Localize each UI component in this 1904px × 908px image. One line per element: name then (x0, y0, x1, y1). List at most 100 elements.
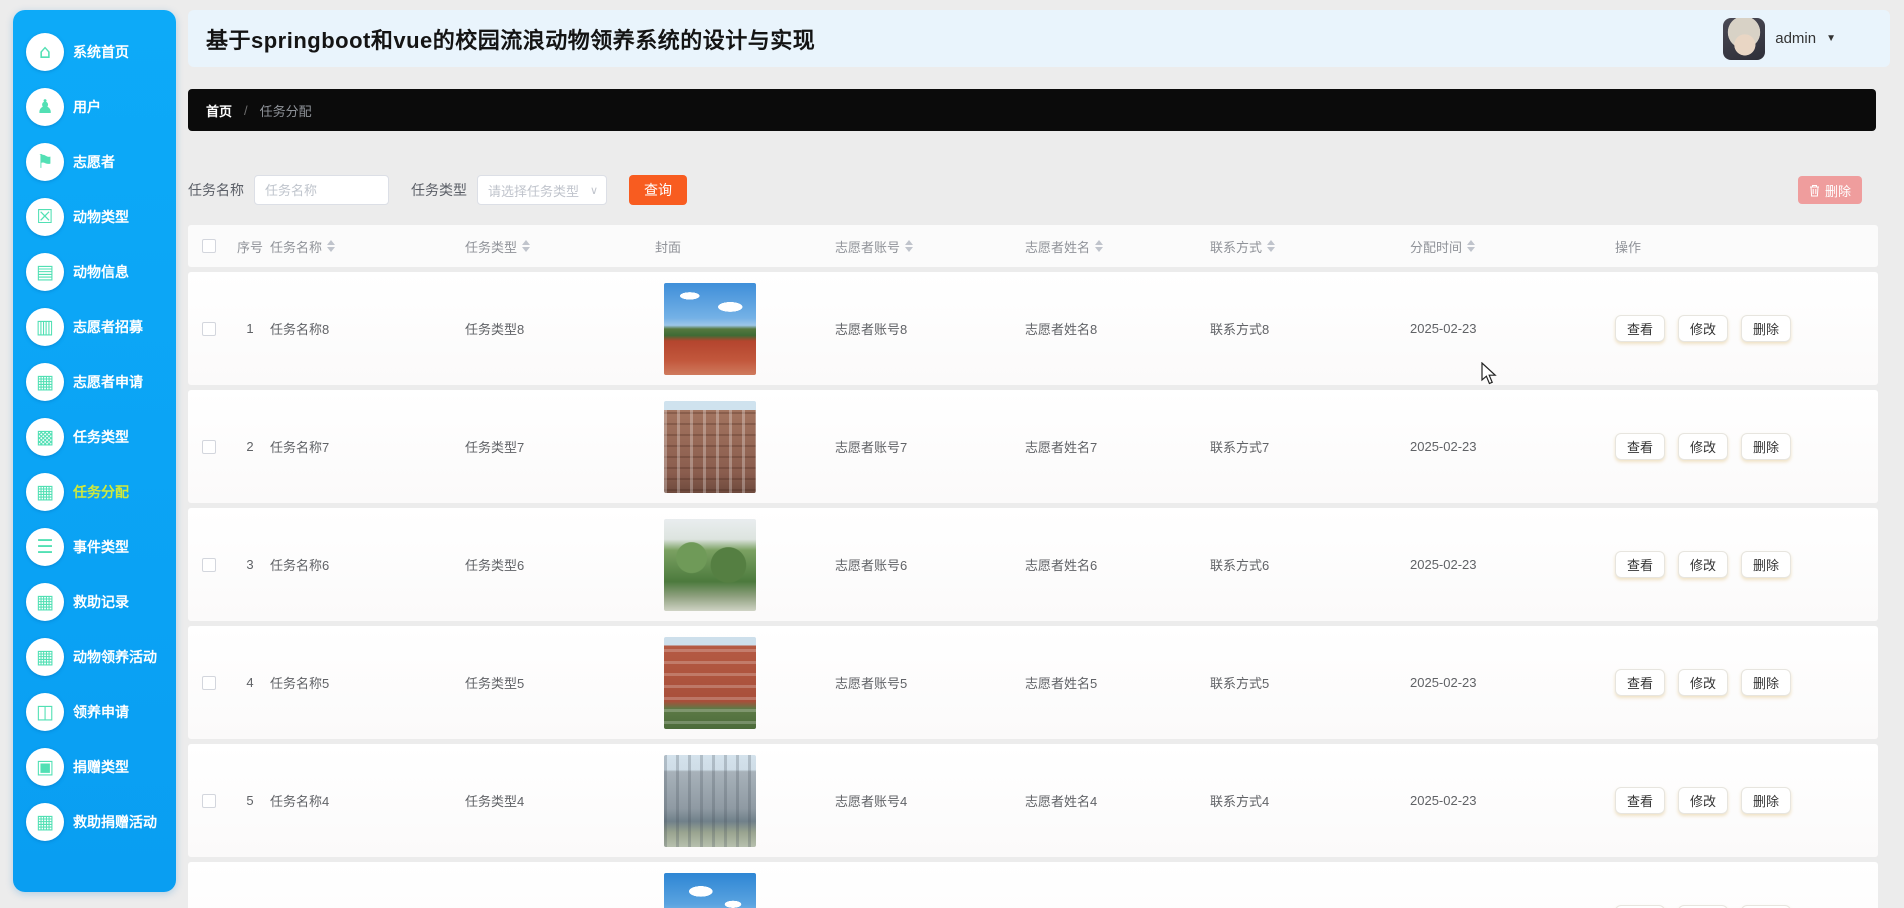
view-button[interactable]: 查看 (1615, 433, 1665, 460)
cell-actions: 查看修改删除 (1600, 787, 1878, 814)
sidebar-item-志愿者[interactable]: ⚑ 志愿者 (13, 134, 176, 189)
cell-actions: 查看修改删除 (1600, 669, 1878, 696)
select-all-checkbox[interactable] (202, 239, 216, 253)
ticket-icon: ▣ (26, 747, 64, 786)
sidebar-item-救助记录[interactable]: ▦ 救助记录 (13, 574, 176, 629)
view-button[interactable]: 查看 (1615, 669, 1665, 696)
sidebar-item-label: 动物领养活动 (73, 648, 157, 665)
task-type-select[interactable]: 请选择任务类型 ∨ (477, 175, 607, 205)
cell-volunteer-account: 志愿者账号6 (835, 558, 908, 573)
cell-actions: 查看修改删除 (1600, 551, 1878, 578)
column-header-date[interactable]: 分配时间 (1410, 237, 1600, 256)
cell-task-type: 任务类型5 (465, 676, 525, 691)
row-checkbox-cell (188, 793, 230, 808)
sort-icon[interactable] (327, 240, 336, 252)
delete-button[interactable]: 删除 (1741, 315, 1791, 342)
cell-volunteer-account: 志愿者账号4 (835, 794, 908, 809)
cell-volunteer-name: 志愿者姓名6 (1025, 558, 1098, 573)
cell-volunteer-name: 志愿者姓名7 (1025, 440, 1098, 455)
breadcrumb: 首页 / 任务分配 (188, 89, 1876, 131)
row-checkbox[interactable] (202, 557, 216, 572)
screen-icon: ▥ (26, 307, 64, 346)
column-header-contact[interactable]: 联系方式 (1210, 237, 1410, 256)
cell-index: 2 (246, 439, 254, 454)
sidebar-item-label: 救助捐赠活动 (73, 813, 157, 830)
view-button[interactable]: 查看 (1615, 315, 1665, 342)
cell-index: 4 (246, 675, 254, 690)
cell-task-type: 任务类型4 (465, 794, 525, 809)
sidebar-item-label: 救助记录 (73, 593, 129, 610)
sidebar-item-label: 任务分配 (73, 483, 129, 500)
row-checkbox[interactable] (202, 439, 216, 454)
cover-image (664, 636, 756, 729)
task-name-input[interactable] (254, 175, 389, 205)
row-checkbox[interactable] (202, 793, 216, 808)
edit-button[interactable]: 修改 (1678, 669, 1728, 696)
edit-button[interactable]: 修改 (1678, 433, 1728, 460)
row-checkbox[interactable] (202, 321, 216, 336)
table-row: 6任务名称3任务类型3志愿者账号3志愿者姓名3联系方式32025-02-23查看… (188, 862, 1878, 908)
mouse-cursor (1481, 362, 1497, 385)
view-button[interactable]: 查看 (1615, 787, 1665, 814)
sidebar-item-动物类型[interactable]: ☒ 动物类型 (13, 189, 176, 244)
breadcrumb-home[interactable]: 首页 (206, 101, 232, 120)
delete-button[interactable]: 删除 (1741, 433, 1791, 460)
sort-icon[interactable] (522, 240, 531, 252)
sidebar-item-领养申请[interactable]: ◫ 领养申请 (13, 684, 176, 739)
row-checkbox[interactable] (202, 675, 216, 690)
edit-button[interactable]: 修改 (1678, 787, 1728, 814)
briefcase-icon: ▩ (26, 417, 64, 456)
sidebar-item-动物信息[interactable]: ▤ 动物信息 (13, 244, 176, 299)
monitor-icon: ▤ (26, 252, 64, 291)
cover-image (664, 400, 756, 493)
sidebar-item-事件类型[interactable]: ☰ 事件类型 (13, 519, 176, 574)
sidebar-item-任务分配[interactable]: ▦ 任务分配 (13, 464, 176, 519)
sidebar-item-志愿者招募[interactable]: ▥ 志愿者招募 (13, 299, 176, 354)
cell-task-type: 任务类型7 (465, 440, 525, 455)
delete-button[interactable]: 删除 (1741, 669, 1791, 696)
cell-volunteer-name: 志愿者姓名8 (1025, 322, 1098, 337)
column-header-account[interactable]: 志愿者账号 (835, 237, 1025, 256)
sort-desc-icon (1467, 247, 1476, 252)
sort-icon[interactable] (905, 240, 914, 252)
sort-icon[interactable] (1095, 240, 1104, 252)
column-header-person[interactable]: 志愿者姓名 (1025, 237, 1210, 256)
view-button[interactable]: 查看 (1615, 551, 1665, 578)
cell-task-type: 任务类型6 (465, 558, 525, 573)
sort-desc-icon (1095, 247, 1104, 252)
batch-delete-button[interactable]: 删除 (1797, 176, 1862, 204)
sort-icon[interactable] (1267, 240, 1276, 252)
cell-cover (655, 282, 835, 375)
sidebar-item-任务类型[interactable]: ▩ 任务类型 (13, 409, 176, 464)
column-header-cb (188, 239, 230, 253)
column-header-label: 志愿者账号 (835, 239, 901, 255)
user-menu[interactable]: admin ▼ (1723, 17, 1872, 60)
search-button[interactable]: 查询 (629, 175, 687, 205)
task-type-label: 任务类型 (411, 182, 467, 198)
cell-task-name: 任务名称6 (270, 558, 330, 573)
cover-image (664, 754, 756, 847)
cell-actions: 查看修改删除 (1600, 433, 1878, 460)
sidebar-item-捐赠类型[interactable]: ▣ 捐赠类型 (13, 739, 176, 794)
cell-task-name: 任务名称8 (270, 322, 330, 337)
sidebar-item-用户[interactable]: ♟ 用户 (13, 79, 176, 134)
row-checkbox-cell (188, 321, 230, 336)
sidebar-item-系统首页[interactable]: ⌂ 系统首页 (13, 24, 176, 79)
grid-icon: ▦ (26, 472, 64, 511)
column-header-index: 序号 (230, 237, 270, 256)
sort-icon[interactable] (1467, 240, 1476, 252)
edit-button[interactable]: 修改 (1678, 315, 1728, 342)
delete-button[interactable]: 删除 (1741, 551, 1791, 578)
sidebar-item-label: 动物类型 (73, 208, 129, 225)
sidebar-item-志愿者申请[interactable]: ▦ 志愿者申请 (13, 354, 176, 409)
sidebar-item-动物领养活动[interactable]: ▦ 动物领养活动 (13, 629, 176, 684)
delete-button[interactable]: 删除 (1741, 787, 1791, 814)
cell-cover (655, 400, 835, 493)
column-header-name[interactable]: 任务名称 (270, 237, 465, 256)
cell-contact: 联系方式8 (1210, 322, 1270, 337)
edit-button[interactable]: 修改 (1678, 551, 1728, 578)
sidebar-item-label: 志愿者招募 (73, 318, 143, 335)
sidebar-item-救助捐赠活动[interactable]: ▦ 救助捐赠活动 (13, 794, 176, 849)
cell-index: 1 (246, 321, 254, 336)
column-header-type[interactable]: 任务类型 (465, 237, 655, 256)
